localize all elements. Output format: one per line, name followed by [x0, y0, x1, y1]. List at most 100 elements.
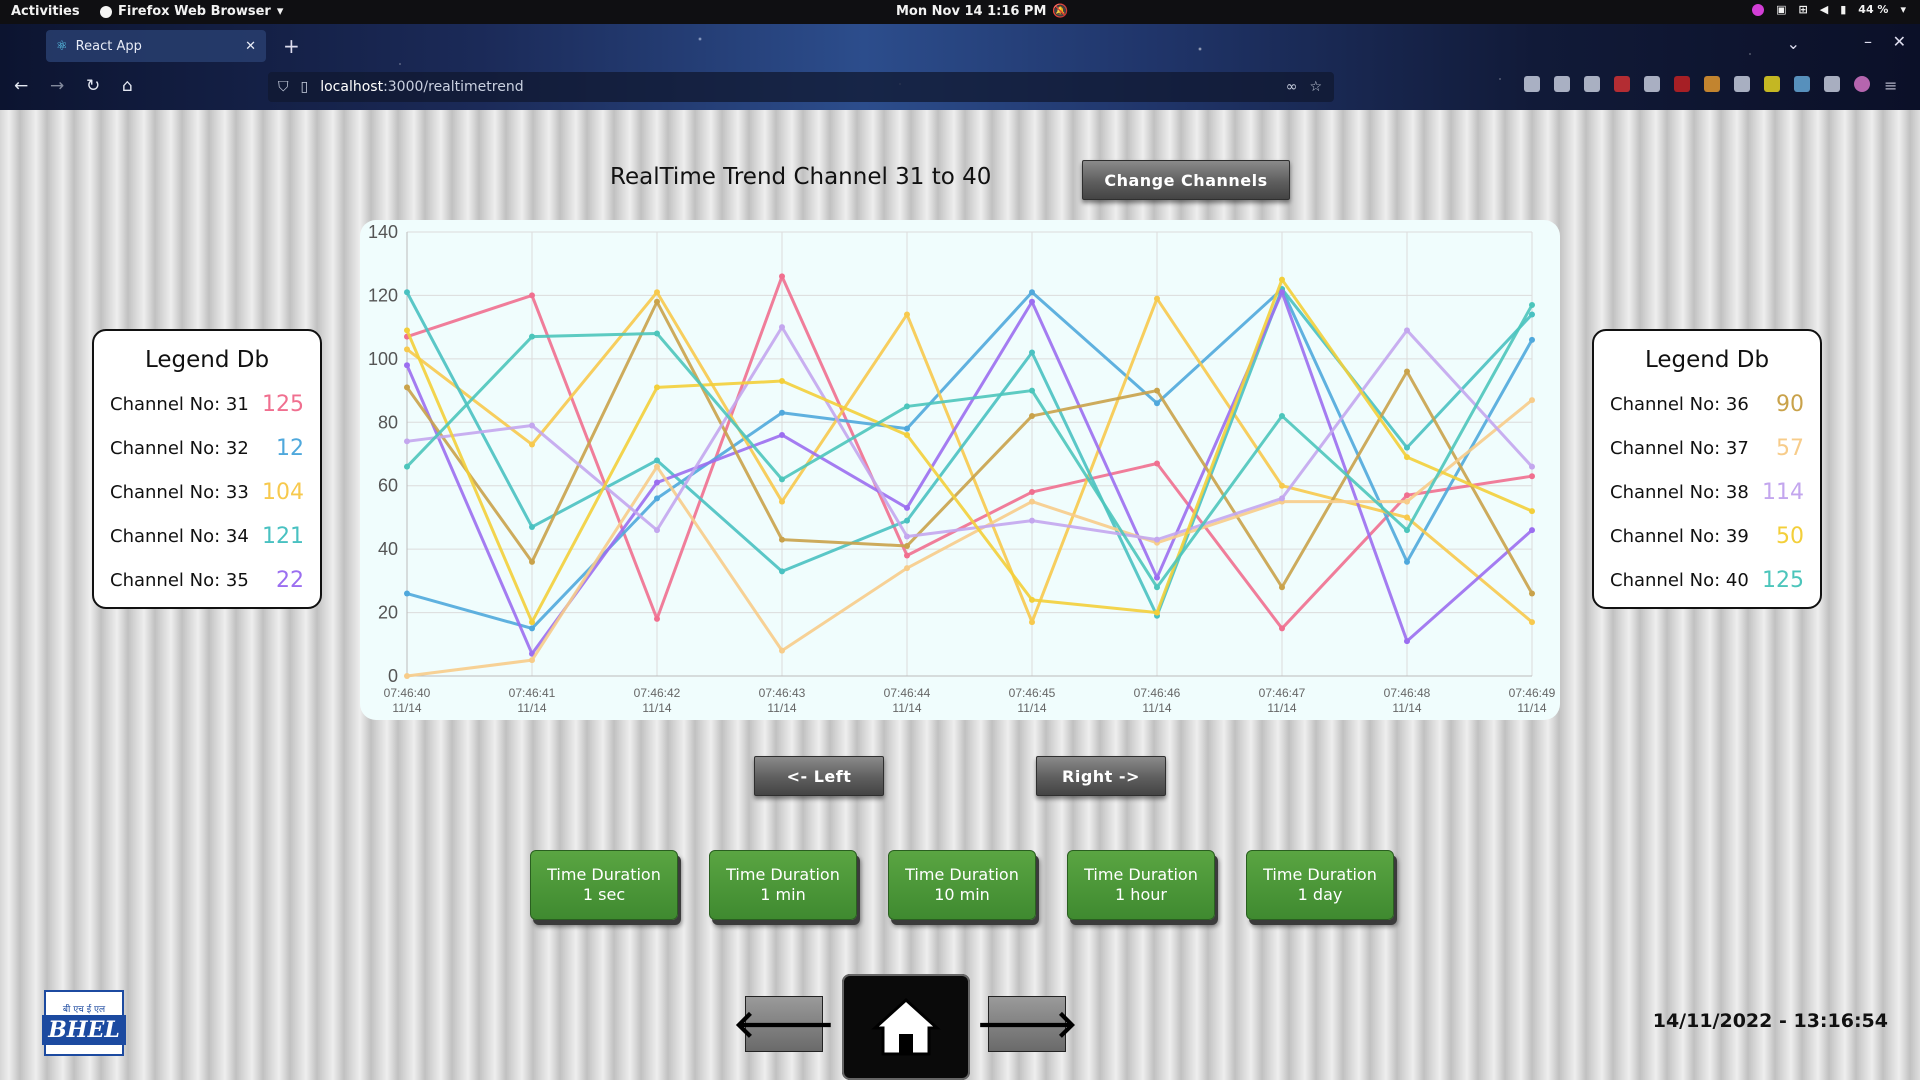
- data-point: [779, 324, 785, 331]
- y-tick-label: 120: [368, 285, 398, 305]
- time-duration-button[interactable]: Time Duration 1 day: [1246, 850, 1394, 920]
- data-point: [529, 625, 535, 632]
- list-tabs-icon[interactable]: ⌄: [1787, 34, 1800, 53]
- data-point: [1154, 584, 1160, 591]
- page-info-icon[interactable]: ▯: [301, 79, 309, 95]
- y-tick-label: 40: [378, 539, 398, 559]
- bhel-logo: बी एच ई एल BHEL: [42, 990, 126, 1056]
- app-menu[interactable]: Firefox Web Browser ▾: [100, 4, 283, 19]
- data-point: [904, 552, 910, 559]
- data-point: [1029, 298, 1035, 305]
- time-duration-label: Time Duration: [547, 865, 661, 884]
- extension-icon[interactable]: [1614, 76, 1630, 92]
- data-point: [654, 298, 660, 305]
- color-picker-icon: [1752, 3, 1765, 16]
- legend-channel-label: Channel No: 31: [110, 393, 249, 415]
- extension-icon[interactable]: [1764, 76, 1780, 92]
- data-point: [1529, 397, 1535, 404]
- time-duration-value: 1 min: [760, 885, 806, 904]
- close-tab-icon[interactable]: ✕: [245, 39, 256, 54]
- data-point: [1404, 498, 1410, 505]
- legend-channel-value: 121: [262, 523, 304, 549]
- minimize-icon[interactable]: –: [1864, 32, 1872, 51]
- data-point: [904, 542, 910, 549]
- reload-icon[interactable]: ↻: [86, 76, 100, 96]
- hamburger-menu-icon[interactable]: ≡: [1884, 76, 1900, 95]
- series-line: [406, 290, 1533, 624]
- trend-chart: 0 20 40 60 80 100 120 140 07:46:40 11/14 07:46:41 1…: [360, 220, 1560, 720]
- extension-icon[interactable]: [1704, 76, 1720, 92]
- x-tick-date-label: 11/14: [1142, 701, 1171, 715]
- url-bar[interactable]: ⛉ ▯ localhost:3000/realtimetrend ∞ ☆: [268, 72, 1334, 102]
- system-tray[interactable]: ▣ ⊞ ◀ ▮ 44 % ▾: [1752, 3, 1906, 16]
- clock[interactable]: Mon Nov 14 1:16 PM 🔕: [896, 4, 1069, 19]
- extension-icon[interactable]: [1584, 76, 1600, 92]
- forward-icon[interactable]: →: [50, 76, 64, 96]
- data-point: [1154, 536, 1160, 543]
- time-duration-button[interactable]: Time Duration 1 sec: [530, 850, 678, 920]
- home-button[interactable]: [842, 974, 970, 1080]
- x-tick-date-label: 11/14: [1267, 701, 1296, 715]
- data-point: [1029, 619, 1035, 626]
- legend-channel-value: 22: [276, 567, 304, 593]
- legend-channel-value: 12: [276, 435, 304, 461]
- shield-icon[interactable]: ⛉: [278, 79, 289, 95]
- time-duration-button[interactable]: Time Duration 1 min: [709, 850, 857, 920]
- battery-percent: 44 %: [1858, 3, 1889, 16]
- url-host: localhost: [320, 79, 384, 95]
- legend-row: Channel No: 34 121: [110, 521, 304, 551]
- extension-icon[interactable]: [1824, 76, 1840, 92]
- reader-icon[interactable]: ∞: [1286, 79, 1298, 95]
- new-tab-button[interactable]: +: [283, 34, 300, 58]
- extension-icon[interactable]: [1644, 76, 1660, 92]
- scroll-right-button[interactable]: Right ->: [1036, 756, 1166, 796]
- time-duration-button[interactable]: Time Duration 1 hour: [1067, 850, 1215, 920]
- legend-channel-value: 125: [1762, 567, 1804, 593]
- legend-title: Legend Db: [1644, 347, 1770, 373]
- change-channels-button[interactable]: Change Channels: [1082, 160, 1290, 200]
- tab-react-app[interactable]: ⚛ React App ✕: [46, 30, 266, 62]
- forward-arrow-button[interactable]: 🡒: [976, 996, 1078, 1052]
- time-duration-value: 1 sec: [582, 885, 626, 904]
- data-point: [1154, 400, 1160, 407]
- extension-icon[interactable]: [1794, 76, 1810, 92]
- legend-row: Channel No: 31 125: [110, 389, 304, 419]
- x-tick-label: 07:46:45: [1009, 686, 1056, 700]
- close-window-icon[interactable]: ✕: [1893, 32, 1906, 51]
- legend-row: Channel No: 35 22: [110, 565, 304, 595]
- data-point: [904, 431, 910, 438]
- data-point: [779, 431, 785, 438]
- data-point: [654, 384, 660, 391]
- profile-icon[interactable]: [1854, 76, 1870, 92]
- data-point: [404, 463, 410, 470]
- firefox-menu-icon[interactable]: [12, 36, 24, 48]
- legend-channel-label: Channel No: 32: [110, 437, 249, 459]
- x-tick-label: 07:46:49: [1509, 686, 1556, 700]
- data-point: [1154, 574, 1160, 581]
- home-icon[interactable]: ⌂: [122, 76, 133, 96]
- bookmark-star-icon[interactable]: ☆: [1309, 79, 1322, 95]
- scroll-left-button[interactable]: <- Left: [754, 756, 884, 796]
- time-duration-button[interactable]: Time Duration 10 min: [888, 850, 1036, 920]
- extension-icon[interactable]: [1734, 76, 1750, 92]
- downloads-icon[interactable]: [1554, 76, 1570, 92]
- x-tick-date-label: 11/14: [1017, 701, 1046, 715]
- data-point: [1029, 412, 1035, 419]
- back-icon[interactable]: ←: [14, 76, 28, 96]
- react-icon: ⚛: [56, 38, 68, 54]
- arrow-left-icon: 🡐: [733, 1002, 835, 1046]
- chevron-down-icon: ▾: [276, 4, 284, 19]
- data-point: [529, 657, 535, 664]
- activities-button[interactable]: Activities: [11, 4, 80, 19]
- data-point: [1529, 301, 1535, 308]
- extension-icon[interactable]: [1674, 76, 1690, 92]
- data-point: [904, 517, 910, 524]
- data-point: [529, 292, 535, 299]
- back-arrow-button[interactable]: 🡐: [733, 996, 835, 1052]
- pocket-icon[interactable]: [1524, 76, 1540, 92]
- data-point: [779, 378, 785, 385]
- data-point: [654, 479, 660, 486]
- data-point: [404, 384, 410, 391]
- data-point: [404, 362, 410, 369]
- battery-icon: ▮: [1840, 3, 1847, 16]
